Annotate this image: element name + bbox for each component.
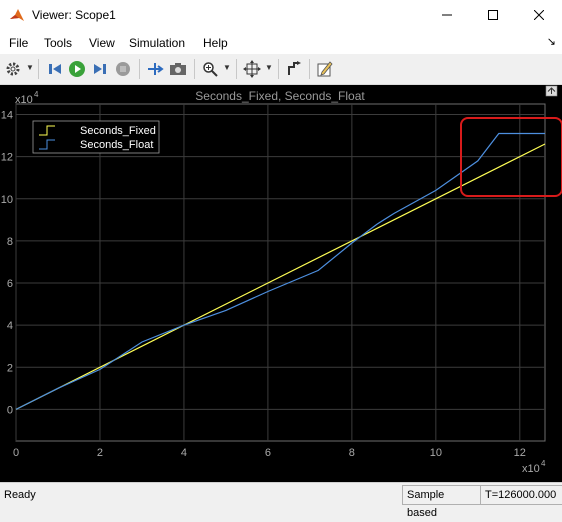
title-bar: Viewer: Scope1: [0, 0, 562, 32]
zoom-icon[interactable]: [200, 59, 220, 79]
stop-icon[interactable]: [113, 59, 133, 79]
y-tick-label: 4: [7, 320, 13, 332]
y-tick-label: 0: [7, 404, 13, 416]
zoom-dropdown-icon[interactable]: ▼: [223, 63, 231, 72]
y-tick-label: 6: [7, 278, 13, 290]
step-back-icon[interactable]: [45, 59, 65, 79]
scope-display[interactable]: Seconds_Fixed, Seconds_Float x10 4 x10 4…: [0, 85, 562, 482]
plot-title: Seconds_Fixed, Seconds_Float: [195, 89, 365, 103]
menu-bar: File Tools View Simulation Help ↘: [0, 32, 562, 54]
toolbar-separator: [194, 59, 195, 79]
autoscale-dropdown-icon[interactable]: ▼: [265, 63, 273, 72]
x-tick-label: 12: [514, 447, 526, 459]
menu-help[interactable]: Help: [203, 36, 228, 50]
y-exponent-base: x10: [15, 94, 33, 106]
x-tick-label: 4: [181, 447, 187, 459]
maximize-icon: [488, 9, 498, 23]
plot-maximize-button[interactable]: [545, 85, 558, 97]
legend-label: Seconds_Float: [80, 139, 153, 151]
y-tick-label: 14: [1, 110, 13, 122]
minimize-button[interactable]: [424, 0, 470, 32]
x-exponent-base: x10: [522, 463, 540, 475]
y-tick-label: 12: [1, 152, 13, 164]
highlight-icon[interactable]: [284, 59, 304, 79]
gear-dropdown-icon[interactable]: ▼: [26, 63, 34, 72]
y-tick-label: 2: [7, 362, 13, 374]
dock-arrow-icon[interactable]: ↘: [547, 35, 556, 48]
run-icon[interactable]: [67, 59, 87, 79]
menu-simulation[interactable]: Simulation: [129, 36, 185, 50]
status-ready: Ready: [4, 489, 36, 501]
toolbar: ▼ ▼ ▼: [0, 54, 562, 85]
toolbar-separator: [236, 59, 237, 79]
sample-mode: Sample based: [402, 485, 482, 519]
y-tick-label: 8: [7, 236, 13, 248]
toolbar-separator: [139, 59, 140, 79]
properties-icon[interactable]: [315, 59, 335, 79]
toolbar-separator: [38, 59, 39, 79]
close-icon: [533, 9, 545, 23]
maximize-button[interactable]: [470, 0, 516, 32]
y-exponent: 4: [34, 90, 39, 99]
x-tick-label: 2: [97, 447, 103, 459]
x-exponent: 4: [541, 459, 546, 468]
simulation-time: T=126000.000: [480, 485, 562, 505]
plot-area: [15, 103, 546, 442]
status-bar: Ready Sample based T=126000.000: [0, 482, 562, 519]
y-tick-label: 10: [1, 194, 13, 206]
signal-select-icon[interactable]: [145, 59, 165, 79]
minimize-icon: [442, 9, 452, 23]
x-tick-label: 10: [430, 447, 442, 459]
autoscale-icon[interactable]: [242, 59, 262, 79]
toolbar-separator: [309, 59, 310, 79]
toolbar-separator: [278, 59, 279, 79]
matlab-icon: [9, 8, 25, 24]
x-tick-label: 8: [349, 447, 355, 459]
step-forward-icon[interactable]: [90, 59, 110, 79]
close-button[interactable]: [516, 0, 562, 32]
legend-label: Seconds_Fixed: [80, 125, 156, 137]
menu-view[interactable]: View: [89, 36, 115, 50]
x-tick-label: 0: [13, 447, 19, 459]
scope-plot[interactable]: Seconds_Fixed, Seconds_Float x10 4 x10 4…: [0, 85, 562, 482]
camera-icon[interactable]: [168, 59, 188, 79]
menu-tools[interactable]: Tools: [44, 36, 72, 50]
window-title: Viewer: Scope1: [32, 8, 116, 22]
x-tick-label: 6: [265, 447, 271, 459]
menu-file[interactable]: File: [9, 36, 28, 50]
gear-icon[interactable]: [3, 59, 23, 79]
